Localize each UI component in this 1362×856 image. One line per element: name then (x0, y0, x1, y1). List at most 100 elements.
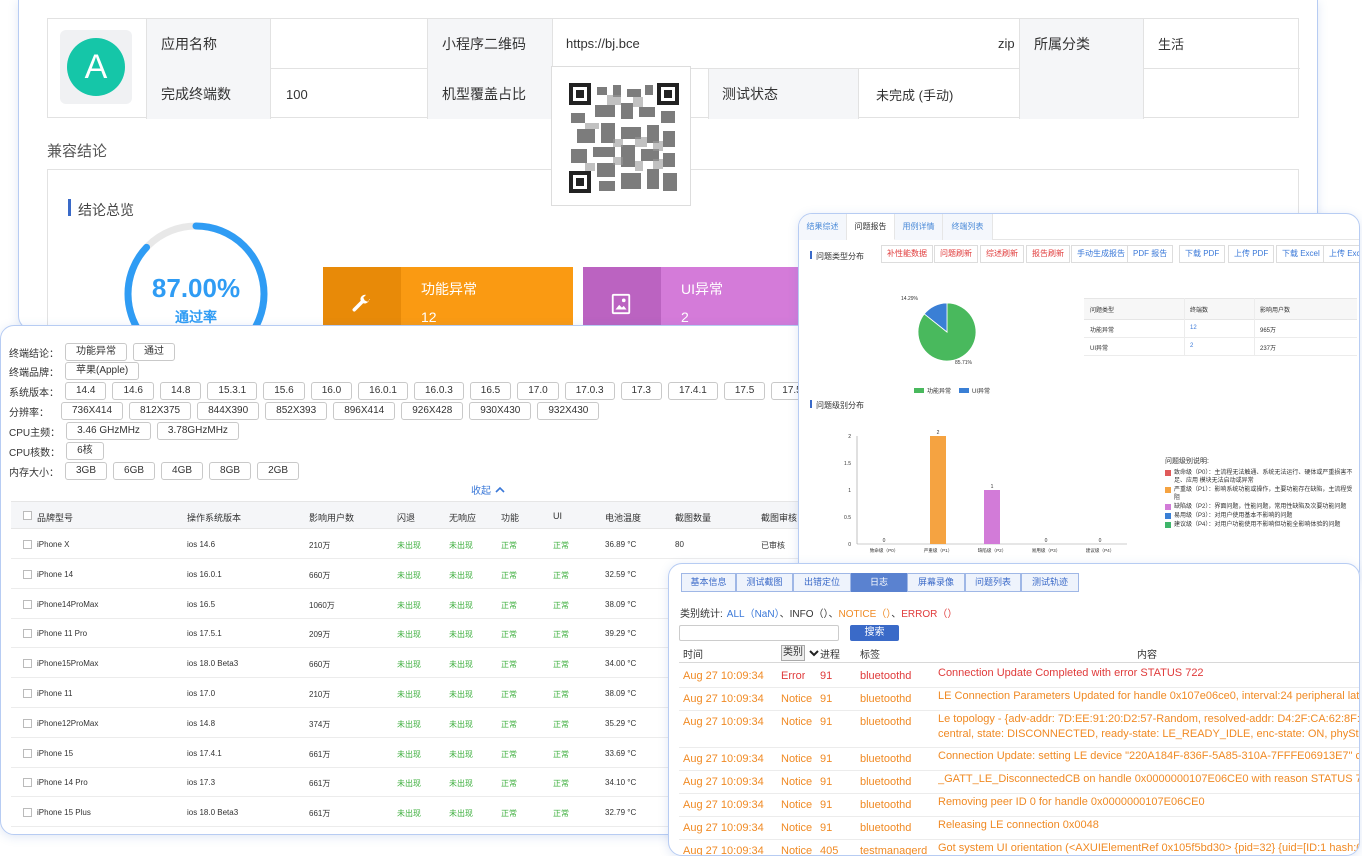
log-row[interactable]: Aug 27 10:09:34 Notice 91 bluetoothd Le topo… (679, 711, 1359, 748)
table-cell: 已审核 (761, 541, 785, 550)
row-checkbox[interactable] (23, 808, 32, 818)
filter-option[interactable]: 926X428 (401, 402, 464, 420)
report-action-button[interactable]: 报告刷新 (1026, 245, 1070, 263)
report-action-button[interactable]: 上传 Excel (1323, 245, 1359, 263)
filter-option[interactable]: 17.0.3 (564, 382, 615, 400)
log-tab[interactable]: 问题列表 (965, 573, 1021, 592)
level-notes: 问题级别说明: 致命级（P0）：主流程无法触通、系统无法运行、硬体或严重损害不足… (1165, 458, 1357, 530)
report-action-button[interactable]: PDF 报告 (1127, 245, 1174, 263)
row-checkbox[interactable] (23, 629, 32, 639)
table-row[interactable]: iPhone X ios 14.6 210万 未出现 未出现 正常 正常 36.89 °C 80… (11, 529, 811, 559)
row-checkbox[interactable] (23, 778, 32, 788)
filter-option[interactable]: 930X430 (469, 402, 532, 420)
report-action-button[interactable]: 补性能数据 (881, 245, 933, 263)
table-header-cell: 电池温度 (605, 513, 642, 523)
filter-option[interactable]: 15.3.1 (207, 382, 258, 400)
col-divider (1254, 298, 1255, 356)
log-row[interactable]: Aug 27 10:09:34 Notice 91 bluetoothd Releasi… (679, 817, 1359, 840)
report-tab[interactable]: 终端列表 (943, 214, 993, 240)
row-checkbox[interactable] (23, 659, 32, 669)
report-tab[interactable]: 结果综述 (799, 214, 847, 240)
filter-option[interactable]: 3GB (65, 462, 108, 480)
select-all-checkbox[interactable] (23, 511, 32, 520)
log-row[interactable]: Aug 27 10:09:34 Notice 91 bluetoothd LE Conn… (679, 688, 1359, 711)
filter-option[interactable]: 14.4 (65, 382, 107, 400)
category-stat[interactable]: ALL（NaN） (727, 609, 780, 620)
filter-option[interactable]: 8GB (209, 462, 252, 480)
report-action-button[interactable]: 问题刷新 (934, 245, 978, 263)
filter-option[interactable]: 17.4.1 (668, 382, 718, 400)
report-action-button[interactable]: 上传 PDF (1228, 245, 1275, 263)
filter-option[interactable]: 6核 (66, 442, 104, 460)
filter-option[interactable]: 896X414 (333, 402, 396, 420)
qr-url[interactable]: https://bj.bce (566, 19, 640, 68)
filter-option[interactable]: 16.0 (310, 382, 353, 400)
row-checkbox[interactable] (23, 689, 32, 698)
category-stat[interactable]: ERROR（） (901, 609, 957, 620)
filter-option[interactable]: 844X390 (197, 402, 260, 420)
log-level: Notice (781, 693, 813, 705)
table-cell: 未出现 (397, 630, 421, 640)
table-cell: 未出现 (449, 600, 473, 610)
func-count: 12 (421, 309, 437, 325)
row-checkbox[interactable] (23, 718, 32, 728)
row-checkbox[interactable] (23, 748, 32, 758)
filter-option[interactable]: 6GB (113, 462, 156, 480)
log-tab[interactable]: 出错定位 (793, 573, 851, 592)
filter-option[interactable]: 16.0.3 (413, 382, 464, 400)
filter-option[interactable]: 736X414 (61, 402, 124, 420)
row-checkbox[interactable] (23, 599, 32, 609)
filter-option[interactable]: 14.8 (159, 382, 202, 400)
filter-option[interactable]: 852X393 (265, 402, 328, 420)
log-tab[interactable]: 测试截图 (736, 573, 793, 592)
report-action-button[interactable]: 手动生成报告 (1071, 245, 1131, 263)
filter-option[interactable]: 15.6 (263, 382, 305, 400)
filter-option[interactable]: 4GB (161, 462, 204, 480)
filter-option[interactable]: 3.78GHzMHz (156, 422, 239, 440)
filter-option[interactable]: 14.6 (112, 382, 154, 400)
report-action-button[interactable]: 综述刷新 (980, 245, 1024, 263)
log-search-input[interactable] (679, 625, 839, 641)
report-action-button[interactable]: 下载 Excel (1276, 245, 1326, 263)
log-row[interactable]: Aug 27 10:09:34 Notice 91 bluetoothd _GATT_L… (679, 771, 1359, 794)
table-row[interactable]: UI异常 2 237万 (1084, 338, 1357, 356)
filter-option[interactable]: 通过 (133, 343, 175, 361)
category-stat[interactable]: INFO（） (790, 609, 829, 620)
log-search-button[interactable]: 搜索 (850, 625, 899, 641)
table-header-cell: 影响用户数 (309, 513, 355, 523)
table-row[interactable]: 功能异常 12 965万 (1084, 320, 1357, 338)
log-tab[interactable]: 基本信息 (681, 573, 736, 592)
filter-option[interactable]: 16.5 (469, 382, 512, 400)
report-tab[interactable]: 问题报告 (847, 214, 895, 240)
report-action-button[interactable]: 下载 PDF (1179, 245, 1226, 263)
x-tick-label: 易用级（P3） (1032, 547, 1061, 554)
log-row[interactable]: Aug 27 10:09:34 Notice 91 bluetoothd Removin… (679, 794, 1359, 817)
report-tab[interactable]: 用例详情 (895, 214, 943, 240)
category-stat[interactable]: 、 (828, 609, 838, 620)
log-row[interactable]: Aug 27 10:09:34 Error 91 bluetoothd Connecti… (679, 665, 1359, 688)
func-error-tile[interactable]: 功能异常 12 (323, 267, 573, 329)
log-tab[interactable]: 屏幕录像 (907, 573, 965, 592)
filter-option[interactable]: 17.3 (620, 382, 662, 400)
filter-option[interactable]: 932X430 (537, 402, 600, 420)
log-row[interactable]: Aug 27 10:09:34 Notice 405 testmanagerd Got … (679, 840, 1359, 855)
log-tab[interactable]: 日志 (851, 573, 907, 592)
filter-option[interactable]: 3.46 GHzMHz (66, 422, 151, 440)
category-stat[interactable]: 、 (780, 609, 790, 620)
filter-option[interactable]: 16.0.1 (358, 382, 408, 400)
collapse-toggle[interactable]: 收起 (471, 482, 505, 497)
ui-error-tile[interactable]: UI异常 2 (583, 267, 833, 329)
category-stat[interactable]: 、 (891, 609, 901, 620)
filter-option[interactable]: 苹果(Apple) (65, 362, 140, 380)
row-checkbox[interactable] (23, 540, 32, 549)
category-stat[interactable]: NOTICE（） (838, 609, 891, 620)
log-row[interactable]: Aug 27 10:09:34 Notice 91 bluetoothd Connect… (679, 748, 1359, 771)
filter-option[interactable]: 2GB (257, 462, 300, 480)
row-checkbox[interactable] (23, 569, 32, 579)
filter-option[interactable]: 812X375 (129, 402, 192, 420)
filter-option[interactable]: 17.5 (723, 382, 766, 400)
log-level: Notice (781, 716, 813, 728)
filter-option[interactable]: 功能异常 (65, 343, 127, 361)
log-tab[interactable]: 测试轨迹 (1021, 573, 1079, 592)
filter-option[interactable]: 17.0 (517, 382, 559, 400)
